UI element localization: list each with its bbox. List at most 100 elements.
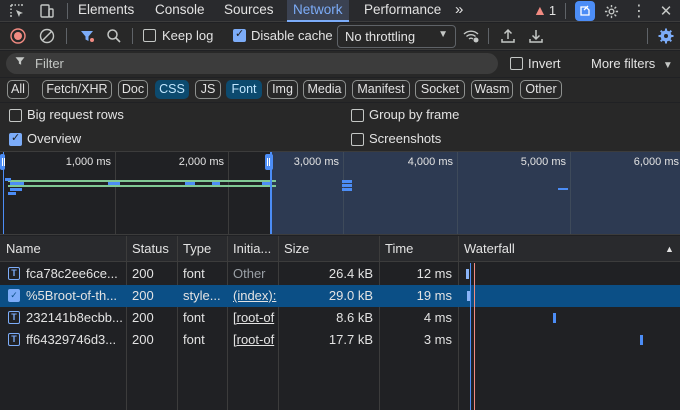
filter-chip-doc[interactable]: Doc	[118, 80, 148, 99]
column-header-waterfall[interactable]: Waterfall	[458, 236, 658, 262]
toolbar-divider	[488, 28, 489, 44]
table-row[interactable]: T fca78c2ee6ce... 200 font Other 26.4 kB…	[0, 263, 680, 285]
filter-input[interactable]: Filter	[6, 53, 498, 74]
request-name[interactable]: ff64329746d3...	[20, 329, 126, 351]
filter-chip-all[interactable]: All	[7, 80, 29, 99]
throttling-select[interactable]: No throttling ▼	[337, 25, 456, 48]
filter-chip-media[interactable]: Media	[303, 80, 346, 99]
overview-activity-graph	[3, 152, 568, 234]
screenshots-label: Screenshots	[369, 131, 442, 146]
resource-type-filters: All Fetch/XHR Doc CSS JS Font Img Media …	[0, 78, 680, 102]
sort-ascending-icon: ▲	[665, 244, 674, 254]
table-row[interactable]: T ff64329746d3... 200 font [root-of 17.7…	[0, 329, 680, 351]
request-type: font	[183, 266, 205, 281]
preserve-log-checkbox[interactable]	[143, 29, 156, 42]
options-row-2: Overview Screenshots	[0, 127, 680, 151]
filter-chip-img[interactable]: Img	[267, 80, 298, 99]
request-size: 8.6 kB	[336, 310, 373, 325]
stylesheet-icon: ✓	[8, 289, 20, 302]
tab-console[interactable]: Console	[155, 0, 205, 22]
invert-label: Invert	[528, 56, 561, 71]
toolbar-divider	[565, 3, 566, 19]
font-file-icon: T	[8, 267, 20, 280]
toolbar-divider	[647, 28, 648, 44]
warning-icon: ▲	[533, 2, 547, 18]
ai-assistance-icon[interactable]	[575, 1, 595, 21]
settings-gear-icon[interactable]	[601, 0, 621, 22]
request-status: 200	[132, 332, 154, 347]
close-icon[interactable]: ✕	[656, 0, 676, 22]
column-header-time[interactable]: Time	[379, 236, 458, 262]
request-initiator-link[interactable]: [root-of	[227, 307, 278, 329]
request-initiator: Other	[233, 266, 266, 281]
network-conditions-icon[interactable]	[461, 27, 481, 45]
network-settings-gear-icon[interactable]	[657, 27, 675, 45]
inspect-element-icon[interactable]	[6, 0, 28, 22]
devtools-tab-bar: Elements Console Sources Network Perform…	[0, 0, 680, 22]
search-icon[interactable]	[105, 27, 123, 45]
device-toolbar-icon[interactable]	[36, 0, 58, 22]
waterfall-bar[interactable]	[640, 335, 643, 345]
column-header-size[interactable]: Size	[278, 236, 379, 262]
request-name[interactable]: %5Broot-of-th...	[20, 285, 126, 307]
request-initiator-link[interactable]: (index):	[227, 285, 278, 307]
waterfall-bar[interactable]	[466, 269, 469, 279]
table-row-selected[interactable]: ✓ %5Broot-of-th... 200 style... (index):…	[0, 285, 680, 307]
column-header-name[interactable]: Name	[0, 236, 126, 262]
waterfall-load-line	[474, 263, 475, 410]
import-har-icon[interactable]	[499, 27, 517, 45]
group-by-frame-checkbox[interactable]	[351, 109, 364, 122]
chevron-down-icon: ▼	[438, 29, 448, 40]
waterfall-bar[interactable]	[467, 291, 470, 301]
filter-chip-font[interactable]: Font	[226, 80, 262, 99]
tab-elements[interactable]: Elements	[78, 0, 134, 22]
kebab-menu-icon[interactable]: ⋮	[629, 0, 649, 22]
filter-placeholder: Filter	[35, 56, 64, 71]
big-request-rows-label: Big request rows	[27, 107, 124, 122]
more-filters-dropdown[interactable]: More filters ▼	[591, 56, 673, 71]
requests-table: Name Status Type Initia... Size Time Wat…	[0, 236, 680, 410]
request-type: style...	[183, 288, 221, 303]
network-toolbar: Keep log Disable cache No throttling ▼	[0, 23, 680, 50]
request-initiator-link[interactable]: [root-of	[227, 329, 278, 351]
overview-checkbox[interactable]	[9, 131, 22, 146]
font-file-icon: T	[8, 333, 20, 346]
filter-chip-manifest[interactable]: Manifest	[352, 80, 410, 99]
options-row-1: Big request rows Group by frame	[0, 103, 680, 127]
overview-right-handle[interactable]	[265, 154, 273, 170]
invert-checkbox[interactable]	[510, 57, 523, 70]
request-size: 29.0 kB	[328, 288, 373, 303]
table-header: Name Status Type Initia... Size Time Wat…	[0, 236, 680, 262]
screenshots-checkbox[interactable]	[351, 133, 364, 146]
request-time: 12 ms	[416, 266, 452, 281]
filter-chip-other[interactable]: Other	[520, 80, 562, 99]
filter-chip-js[interactable]: JS	[195, 80, 221, 99]
network-overview[interactable]: 1,000 ms 2,000 ms 3,000 ms 4,000 ms 5,00…	[0, 151, 680, 235]
tab-network[interactable]: Network	[287, 0, 349, 22]
request-name[interactable]: 232141b8ecbb...	[20, 307, 126, 329]
waterfall-bar[interactable]	[553, 313, 556, 323]
issues-counter[interactable]: ▲ 1	[533, 2, 556, 18]
tab-performance[interactable]: Performance	[364, 0, 441, 22]
more-tabs-chevron-icon[interactable]: »	[455, 0, 463, 22]
request-size: 17.7 kB	[328, 332, 373, 347]
overview-left-handle[interactable]	[0, 154, 5, 170]
filter-chip-socket[interactable]: Socket	[415, 80, 465, 99]
clear-icon[interactable]	[38, 27, 56, 45]
column-header-type[interactable]: Type	[177, 236, 227, 262]
filter-chip-fetch-xhr[interactable]: Fetch/XHR	[42, 80, 112, 99]
filter-funnel-icon[interactable]	[78, 27, 96, 45]
column-header-status[interactable]: Status	[126, 236, 177, 262]
disable-cache-checkbox[interactable]	[233, 27, 246, 42]
request-name[interactable]: fca78c2ee6ce...	[20, 263, 126, 285]
export-har-icon[interactable]	[527, 27, 545, 45]
column-header-initiator[interactable]: Initia...	[227, 236, 278, 262]
big-request-rows-checkbox[interactable]	[9, 109, 22, 122]
tab-sources[interactable]: Sources	[224, 0, 274, 22]
record-stop-icon[interactable]	[9, 27, 27, 45]
filter-chip-wasm[interactable]: Wasm	[471, 80, 513, 99]
filter-chip-css[interactable]: CSS	[155, 80, 189, 99]
throttling-value: No throttling	[345, 29, 416, 44]
table-row[interactable]: T 232141b8ecbb... 200 font [root-of 8.6 …	[0, 307, 680, 329]
request-time: 3 ms	[423, 332, 452, 347]
